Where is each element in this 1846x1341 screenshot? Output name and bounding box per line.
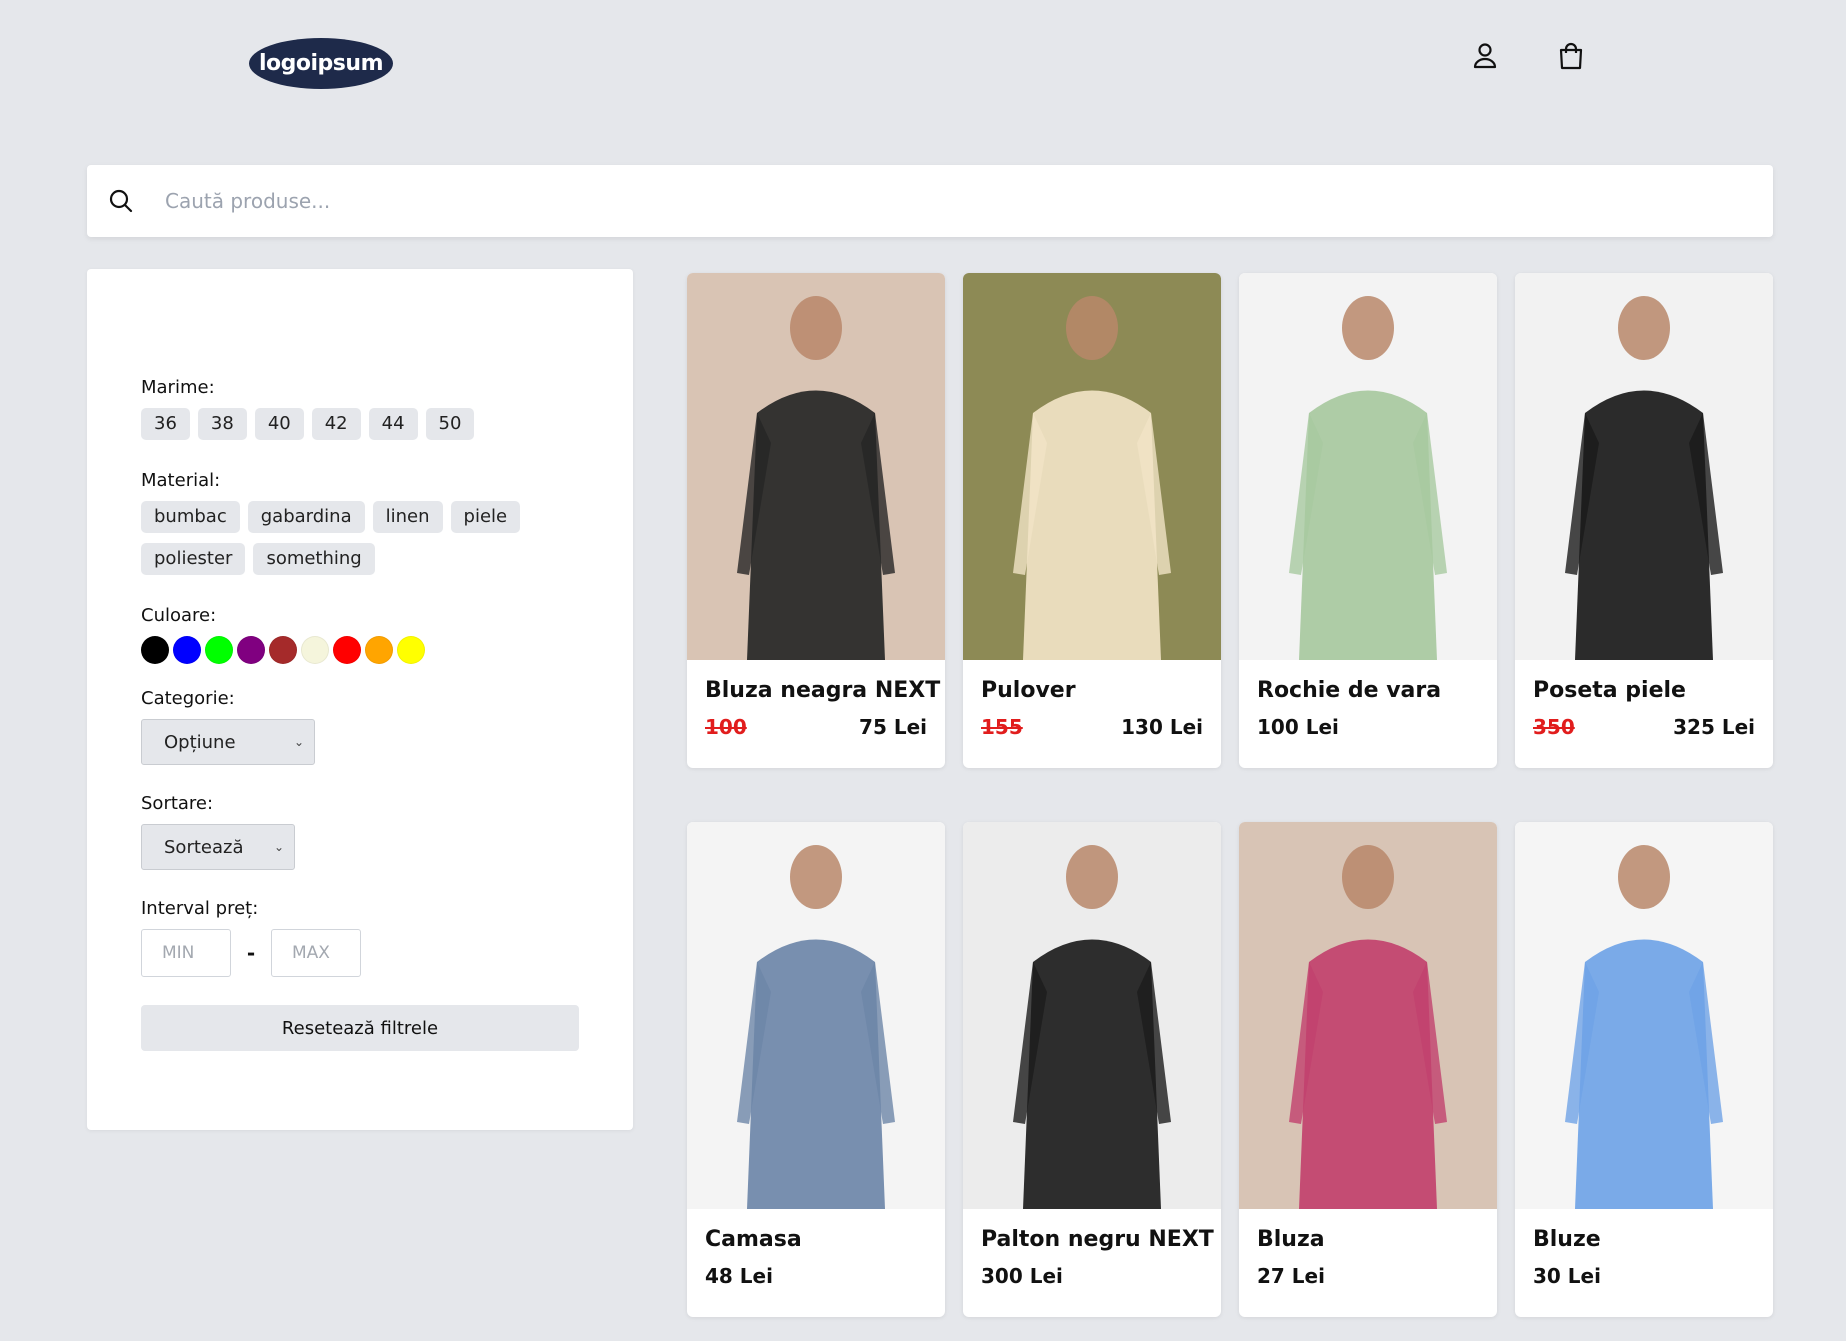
product-info: Bluze 30 Lei xyxy=(1515,1209,1773,1317)
shopping-bag-icon[interactable] xyxy=(1555,40,1587,72)
product-prices: 300 Lei xyxy=(981,1264,1203,1288)
product-prices: 48 Lei xyxy=(705,1264,927,1288)
product-prices: 350 325 Lei xyxy=(1533,715,1755,739)
product-prices: 30 Lei xyxy=(1533,1264,1755,1288)
product-prices: 27 Lei xyxy=(1257,1264,1479,1288)
product-name: Rochie de vara xyxy=(1257,678,1442,703)
product-info: Bluza 27 Lei xyxy=(1239,1209,1497,1317)
search-bar xyxy=(87,165,1773,237)
size-label: Marime: xyxy=(141,377,215,398)
price-range-label: Interval preț: xyxy=(141,898,259,919)
color-options xyxy=(141,636,579,664)
sort-label: Sortare: xyxy=(141,793,214,814)
product-name: Bluza neagra NEXT xyxy=(705,678,941,703)
product-image xyxy=(963,822,1221,1209)
product-card[interactable]: Bluza neagra NEXT 100 75 Lei xyxy=(687,273,945,768)
product-card[interactable]: Rochie de vara 100 Lei xyxy=(1239,273,1497,768)
product-price: 75 Lei xyxy=(859,715,927,739)
color-swatch[interactable] xyxy=(365,636,393,664)
product-prices: 100 Lei xyxy=(1257,715,1479,739)
product-prices: 155 130 Lei xyxy=(981,715,1203,739)
product-info: Rochie de vara 100 Lei xyxy=(1239,660,1497,768)
size-chip[interactable]: 44 xyxy=(368,408,418,440)
color-label: Culoare: xyxy=(141,605,217,626)
product-info: Poseta piele 350 325 Lei xyxy=(1515,660,1773,768)
color-swatch[interactable] xyxy=(301,636,329,664)
size-chip[interactable]: 38 xyxy=(197,408,247,440)
category-select[interactable]: Opțiune ⌄ xyxy=(141,719,315,765)
price-range: - xyxy=(141,929,579,977)
product-name: Bluza xyxy=(1257,1227,1325,1252)
logo[interactable]: logoipsum xyxy=(249,38,393,89)
size-chip[interactable]: 42 xyxy=(311,408,361,440)
material-chip[interactable]: gabardina xyxy=(247,501,365,533)
material-options: bumbac gabardina linen piele poliester s… xyxy=(141,501,561,575)
product-name: Bluze xyxy=(1533,1227,1601,1252)
material-chip[interactable]: poliester xyxy=(141,543,246,575)
material-label: Material: xyxy=(141,470,221,491)
product-name: Poseta piele xyxy=(1533,678,1686,703)
material-chip[interactable]: bumbac xyxy=(141,501,240,533)
price-dash: - xyxy=(246,941,256,965)
product-name: Camasa xyxy=(705,1227,802,1252)
product-card[interactable]: Camasa 48 Lei xyxy=(687,822,945,1317)
chevron-down-icon: ⌄ xyxy=(293,735,304,749)
color-swatch[interactable] xyxy=(141,636,169,664)
product-price: 300 Lei xyxy=(981,1264,1063,1288)
color-swatch[interactable] xyxy=(269,636,297,664)
user-icon[interactable] xyxy=(1469,40,1501,72)
search-icon[interactable] xyxy=(107,187,135,215)
product-image xyxy=(1515,822,1773,1209)
category-select-value: Opțiune xyxy=(164,731,236,753)
price-min-input[interactable] xyxy=(141,929,231,977)
material-chip[interactable]: linen xyxy=(372,501,443,533)
product-prices: 100 75 Lei xyxy=(705,715,927,739)
product-price: 100 Lei xyxy=(1257,715,1339,739)
product-price: 30 Lei xyxy=(1533,1264,1601,1288)
size-chip[interactable]: 36 xyxy=(141,408,190,440)
search-input[interactable] xyxy=(165,165,1773,237)
product-card[interactable]: Bluze 30 Lei xyxy=(1515,822,1773,1317)
product-price: 325 Lei xyxy=(1673,715,1755,739)
reset-filters-button[interactable]: Resetează filtrele xyxy=(141,1005,579,1051)
product-price: 27 Lei xyxy=(1257,1264,1325,1288)
product-old-price: 155 xyxy=(981,715,1023,739)
sort-select-value: Sortează xyxy=(164,836,244,858)
product-card[interactable]: Bluza 27 Lei xyxy=(1239,822,1497,1317)
sort-select[interactable]: Sortează ⌄ xyxy=(141,824,295,870)
product-old-price: 100 xyxy=(705,715,747,739)
filter-panel: Marime: 36 38 40 42 44 50 Material: bumb… xyxy=(87,269,633,1130)
color-swatch[interactable] xyxy=(397,636,425,664)
product-image xyxy=(1239,822,1497,1209)
color-swatch[interactable] xyxy=(333,636,361,664)
color-swatch[interactable] xyxy=(205,636,233,664)
product-image xyxy=(1515,273,1773,660)
product-old-price: 350 xyxy=(1533,715,1575,739)
product-info: Camasa 48 Lei xyxy=(687,1209,945,1317)
product-card[interactable]: Poseta piele 350 325 Lei xyxy=(1515,273,1773,768)
material-chip[interactable]: something xyxy=(253,543,375,575)
product-card[interactable]: Pulover 155 130 Lei xyxy=(963,273,1221,768)
product-info: Bluza neagra NEXT 100 75 Lei xyxy=(687,660,945,768)
size-options: 36 38 40 42 44 50 xyxy=(141,408,579,440)
product-image xyxy=(963,273,1221,660)
material-chip[interactable]: piele xyxy=(450,501,521,533)
product-info: Palton negru NEXT 300 Lei xyxy=(963,1209,1221,1317)
size-chip[interactable]: 40 xyxy=(254,408,304,440)
product-image xyxy=(687,273,945,660)
category-label: Categorie: xyxy=(141,688,235,709)
chevron-down-icon: ⌄ xyxy=(273,840,284,854)
color-swatch[interactable] xyxy=(237,636,265,664)
product-image xyxy=(1239,273,1497,660)
product-name: Pulover xyxy=(981,678,1076,703)
color-swatch[interactable] xyxy=(173,636,201,664)
product-image xyxy=(687,822,945,1209)
price-max-input[interactable] xyxy=(271,929,361,977)
product-price: 48 Lei xyxy=(705,1264,773,1288)
product-name: Palton negru NEXT xyxy=(981,1227,1214,1252)
product-card[interactable]: Palton negru NEXT 300 Lei xyxy=(963,822,1221,1317)
size-chip[interactable]: 50 xyxy=(425,408,475,440)
product-info: Pulover 155 130 Lei xyxy=(963,660,1221,768)
product-price: 130 Lei xyxy=(1121,715,1203,739)
